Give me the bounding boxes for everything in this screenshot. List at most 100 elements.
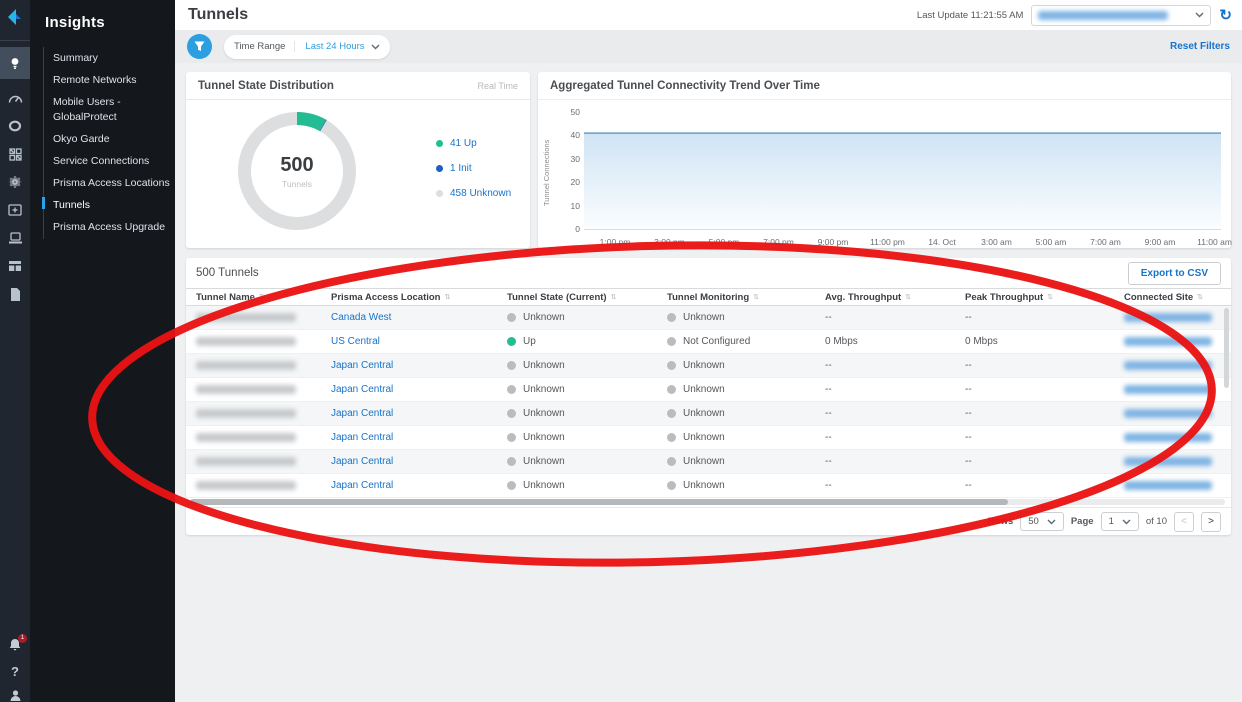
sidebar-item-prisma-access-locations[interactable]: Prisma Access Locations (44, 172, 175, 194)
redacted-connected-site-link[interactable] (1124, 361, 1212, 370)
tunnel-name-cell (186, 330, 321, 353)
redacted-connected-site-link[interactable] (1124, 385, 1212, 394)
y-axis-label: Tunnel Connections (542, 118, 552, 228)
sidebar-item-okyo-garde[interactable]: Okyo Garde (44, 128, 175, 150)
redacted-connected-site-link[interactable] (1124, 457, 1212, 466)
export-csv-button[interactable]: Export to CSV (1128, 262, 1221, 285)
redacted-connected-site-link[interactable] (1124, 313, 1212, 322)
filter-bar: Time Range Last 24 Hours Reset Filters (175, 30, 1242, 63)
horizontal-scrollbar[interactable] (190, 499, 1225, 505)
prisma-logo-icon[interactable] (4, 6, 26, 28)
user-icon[interactable] (0, 681, 30, 702)
column-header-tunnel-monitoring[interactable]: Tunnel Monitoring⇅ (657, 289, 815, 305)
redacted-connected-site-link[interactable] (1124, 409, 1212, 418)
sidebar-item-summary[interactable]: Summary (44, 47, 175, 69)
next-page-button[interactable]: > (1201, 512, 1221, 532)
location-cell: Japan Central (321, 378, 497, 401)
reset-filters-link[interactable]: Reset Filters (1170, 41, 1230, 52)
rows-per-page-select[interactable]: 50 (1020, 512, 1064, 531)
apps-grid-icon[interactable] (0, 140, 30, 168)
status-dot-icon (667, 337, 676, 346)
table-row: Japan CentralUnknownUnknown---- (186, 426, 1231, 450)
x-axis-tick: 3:00 am (981, 237, 1012, 247)
legend-label: 458 Unknown (450, 188, 511, 199)
tunnel-name-cell (186, 474, 321, 497)
location-link[interactable]: Japan Central (331, 456, 393, 467)
location-link[interactable]: Japan Central (331, 384, 393, 395)
sort-icon: ⇅ (1197, 293, 1203, 301)
tenant-dropdown[interactable] (1031, 5, 1211, 26)
dashboard-icon[interactable] (0, 84, 30, 112)
redacted-connected-site-link[interactable] (1124, 433, 1212, 442)
tunnel-monitoring-cell: Unknown (657, 306, 815, 329)
chevron-down-icon (1195, 12, 1204, 18)
devices-icon[interactable] (0, 224, 30, 252)
reports-doc-icon[interactable] (0, 280, 30, 308)
status-dot-icon (507, 313, 516, 322)
filter-icon[interactable] (187, 34, 212, 59)
redacted-tunnel-name (196, 337, 296, 346)
x-axis-tick: 1:00 pm (600, 237, 631, 247)
column-header-peak-throughput[interactable]: Peak Throughput⇅ (955, 289, 1114, 305)
column-header-connected-site[interactable]: Connected Site⇅ (1114, 289, 1226, 305)
tunnels-table-card: 500 Tunnels Export to CSV Tunnel Name⇅Pr… (186, 258, 1231, 535)
y-axis-tick: 20 (558, 177, 580, 187)
legend-item[interactable]: 41 Up (436, 138, 511, 149)
peak-throughput-cell: -- (955, 306, 1114, 329)
layout-icon[interactable] (0, 252, 30, 280)
page-select[interactable]: 1 (1101, 512, 1139, 531)
location-cell: Japan Central (321, 354, 497, 377)
location-link[interactable]: Japan Central (331, 408, 393, 419)
connected-site-cell (1114, 474, 1226, 497)
sidebar-item-remote-networks[interactable]: Remote Networks (44, 69, 175, 91)
location-link[interactable]: Japan Central (331, 480, 393, 491)
redacted-connected-site-link[interactable] (1124, 337, 1212, 346)
location-link[interactable]: US Central (331, 336, 380, 347)
sidebar-item-prisma-access-upgrade[interactable]: Prisma Access Upgrade (44, 216, 175, 238)
prev-page-button[interactable]: < (1174, 512, 1194, 532)
redacted-connected-site-link[interactable] (1124, 481, 1212, 490)
avg-throughput-cell: 0 Mbps (815, 330, 955, 353)
app-window: 1 ? Insights SummaryRemote NetworksMobil… (0, 0, 1242, 702)
connected-site-cell (1114, 450, 1226, 473)
peak-throughput-cell: -- (955, 426, 1114, 449)
time-range-filter[interactable]: Time Range Last 24 Hours (224, 35, 390, 59)
column-header-tunnel-name[interactable]: Tunnel Name⇅ (186, 289, 321, 305)
scrollbar-thumb[interactable] (190, 499, 1008, 505)
notifications-bell-icon[interactable]: 1 (0, 630, 30, 658)
settings-gear-icon[interactable] (0, 168, 30, 196)
sidebar-item-mobile-users-globalprotect[interactable]: Mobile Users - GlobalProtect (44, 91, 175, 127)
sidebar-item-tunnels[interactable]: Tunnels (44, 194, 175, 216)
sidebar-item-service-connections[interactable]: Service Connections (44, 150, 175, 172)
chevron-down-icon (1122, 519, 1131, 525)
location-link[interactable]: Japan Central (331, 360, 393, 371)
column-header-tunnel-state-current-[interactable]: Tunnel State (Current)⇅ (497, 289, 657, 305)
status-dot-icon (667, 481, 676, 490)
location-link[interactable]: Japan Central (331, 432, 393, 443)
legend-item[interactable]: 458 Unknown (436, 188, 511, 199)
legend-item[interactable]: 1 Init (436, 163, 511, 174)
peak-throughput-cell: -- (955, 450, 1114, 473)
redacted-tunnel-name (196, 361, 296, 370)
sase-ring-icon[interactable] (0, 112, 30, 140)
status-dot-icon (507, 409, 516, 418)
insights-sidebar: Insights SummaryRemote NetworksMobile Us… (30, 0, 175, 702)
vertical-scrollbar[interactable] (1224, 308, 1229, 388)
avg-throughput-cell: -- (815, 426, 955, 449)
x-axis-tick: 3:00 pm (654, 237, 685, 247)
avg-throughput-cell: -- (815, 474, 955, 497)
page-value: 1 (1109, 516, 1114, 527)
insights-icon[interactable] (0, 47, 30, 79)
status-dot-icon (507, 361, 516, 370)
rows-value: 50 (1028, 516, 1039, 527)
column-header-prisma-access-location[interactable]: Prisma Access Location⇅ (321, 289, 497, 305)
refresh-icon[interactable]: ↻ (1219, 8, 1232, 23)
column-header-avg-throughput[interactable]: Avg. Throughput⇅ (815, 289, 955, 305)
tunnel-name-cell (186, 354, 321, 377)
connected-site-cell (1114, 354, 1226, 377)
connected-site-cell (1114, 402, 1226, 425)
top-bar: Tunnels Last Update 11:21:55 AM ↻ (175, 0, 1242, 30)
x-axis-tick: 5:00 pm (709, 237, 740, 247)
subscriptions-card-icon[interactable] (0, 196, 30, 224)
location-link[interactable]: Canada West (331, 312, 391, 323)
